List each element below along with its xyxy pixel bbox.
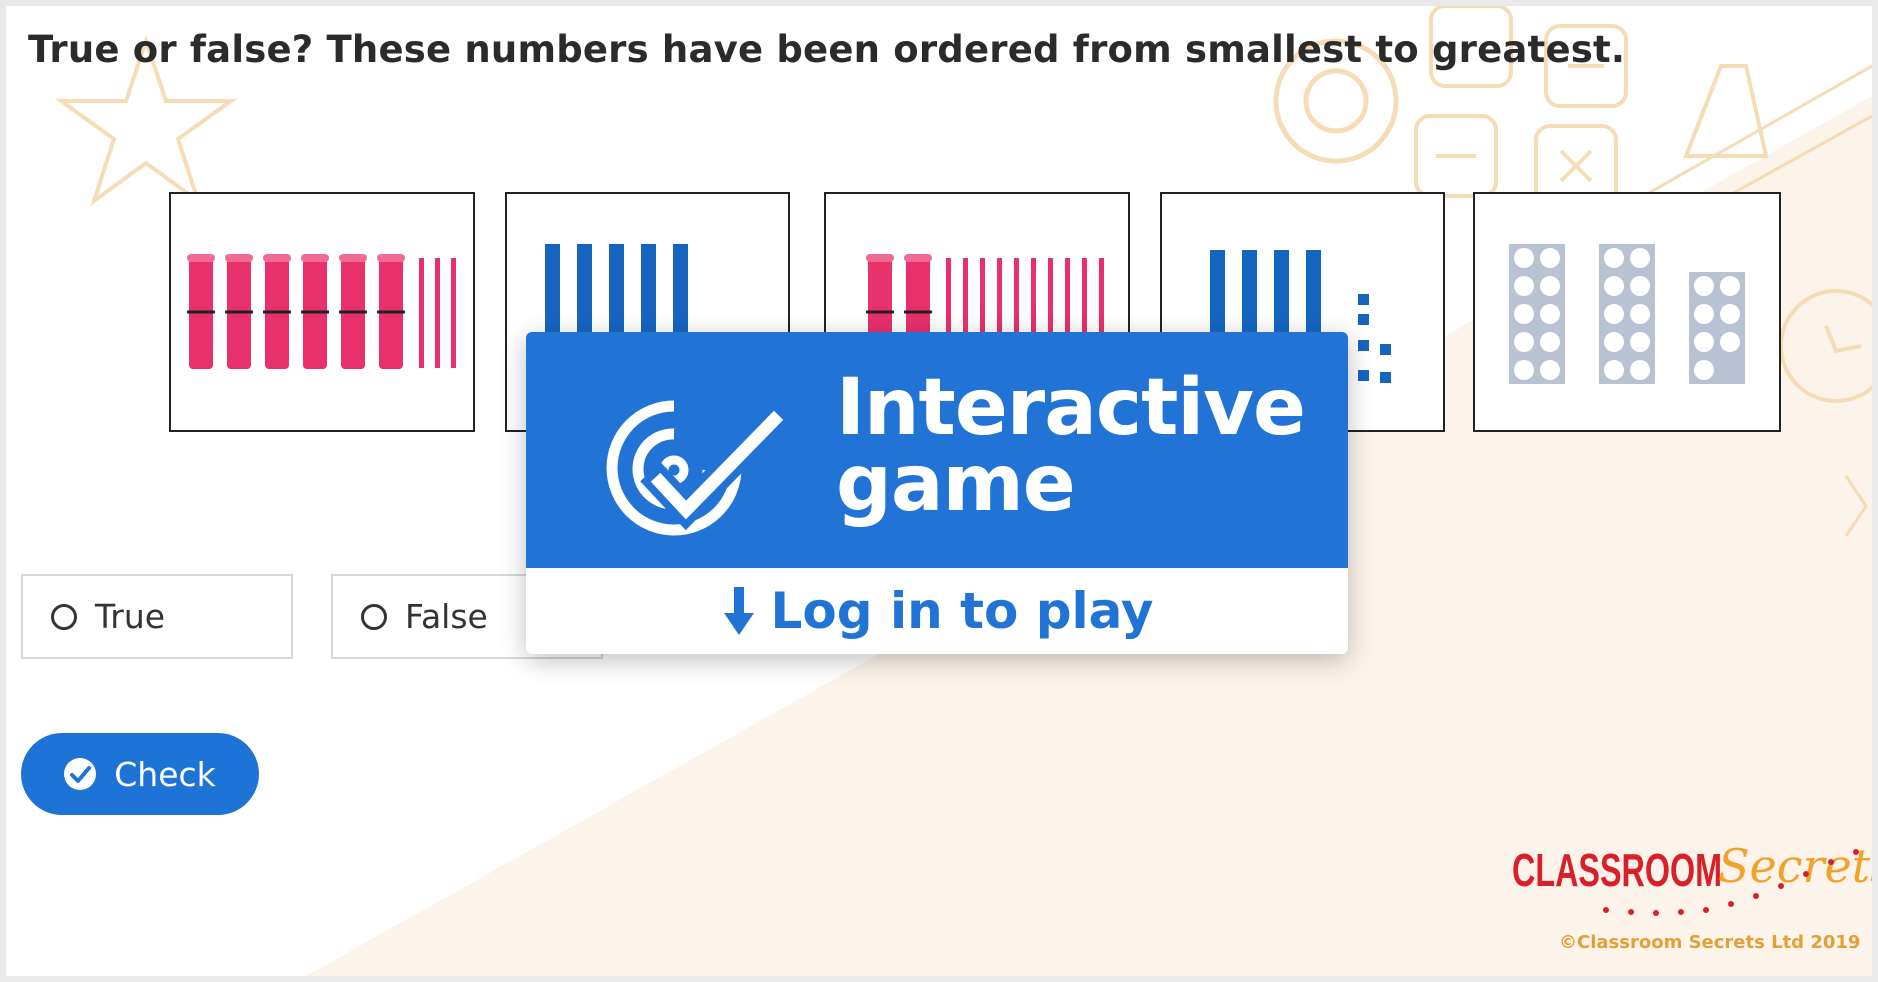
check-button[interactable]: Check [21, 733, 259, 815]
radio-empty-icon [51, 603, 77, 630]
arrow-down-icon [723, 587, 754, 635]
overlay-title-line1: Interactive [836, 363, 1306, 453]
letter-a-decor-icon [1683, 64, 1769, 158]
radio-empty-icon [361, 603, 387, 630]
number-card-5 [1473, 192, 1781, 432]
option-true-label: True [95, 597, 166, 636]
login-label: Log in to play [770, 582, 1154, 640]
straw-bundles [187, 254, 405, 369]
question-text: True or false? These numbers have been o… [28, 28, 1626, 71]
logo-secrets-text: Secrets [1718, 839, 1872, 893]
single-straws [419, 258, 456, 368]
overlay-header: Interactive game [526, 332, 1348, 568]
overlay-title-line2: game [836, 439, 1076, 529]
login-to-play-button[interactable]: Log in to play [526, 568, 1348, 654]
logo-classroom-text: CLASSROOM [1512, 844, 1722, 896]
question-panel: True or false? These numbers have been o… [6, 6, 1872, 976]
option-true[interactable]: True [21, 574, 293, 659]
interactive-game-overlay: Interactive game Log in to play [526, 332, 1348, 654]
ones-cubes [1358, 294, 1391, 383]
copyright-text: ©Classroom Secrets Ltd 2019 [1559, 932, 1861, 953]
target-check-icon [606, 400, 788, 536]
option-false-label: False [405, 597, 488, 636]
classroom-secrets-logo: CLASSROOM Secrets [1512, 839, 1872, 916]
check-button-label: Check [114, 754, 216, 794]
number-card-1 [169, 192, 475, 432]
overlay-title: Interactive game [836, 363, 1306, 529]
check-circle-icon [64, 758, 97, 790]
